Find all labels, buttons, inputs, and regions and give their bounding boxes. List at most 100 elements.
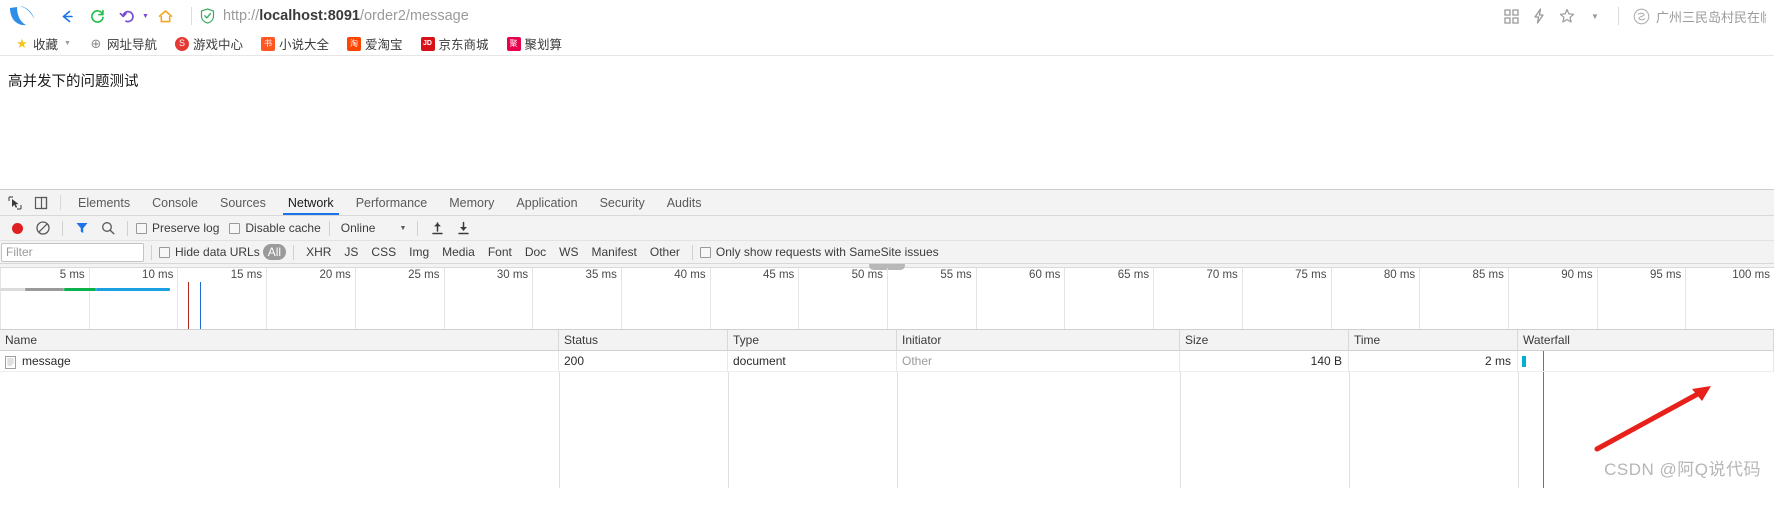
column-header-size[interactable]: Size [1180,329,1349,351]
tab-security[interactable]: Security [589,190,656,215]
upload-icon[interactable] [426,217,448,239]
bookmark-item-juhuasuan[interactable]: 聚 聚划算 [498,33,572,55]
lightning-icon[interactable] [1526,3,1552,29]
download-icon[interactable] [452,217,474,239]
bookmark-item-favorites[interactable]: ★ 收藏 ▼ [6,33,80,55]
tab-label: Elements [78,195,131,210]
bookmark-label: 小说大全 [278,38,329,52]
back-button[interactable] [54,3,80,29]
requests-empty-area: CSDN @阿Q说代码 [0,372,1774,488]
cell-name: message [0,350,559,372]
filter-type-css[interactable]: CSS [366,244,401,260]
load-event-line [200,282,202,329]
reload-button[interactable] [84,3,110,29]
tab-console[interactable]: Console [141,190,209,215]
device-toolbar-icon[interactable] [28,190,54,215]
tick-label: 5 ms [59,269,85,281]
record-button[interactable] [6,217,28,239]
column-header-type[interactable]: Type [728,329,897,351]
filter-type-font[interactable]: Font [483,244,517,260]
record-dot-icon [11,222,23,234]
throttling-select[interactable]: Online ▼ [338,221,410,235]
home-button[interactable] [153,3,179,29]
filter-input[interactable] [1,242,144,262]
tab-performance[interactable]: Performance [345,190,439,215]
funnel-icon[interactable] [71,217,93,239]
column-divider-status [559,372,560,488]
tick-label: 35 ms [585,269,617,281]
tick-label: 55 ms [940,269,972,281]
hide-data-urls-checkbox[interactable]: Hide data URLs [159,245,260,259]
cell-status: 200 [559,350,728,372]
bookmark-item-novels[interactable]: 书 小说大全 [252,33,338,55]
tab-network[interactable]: Network [277,190,345,215]
jd-icon: JD [420,36,435,51]
network-overview-timeline[interactable]: 5 ms 10 ms 15 ms 20 ms 25 ms 30 ms 35 ms… [0,264,1774,330]
chevron-down-icon[interactable]: ▼ [64,40,71,47]
apps-grid-icon[interactable] [1498,3,1524,29]
filter-divider [151,244,152,260]
tab-memory[interactable]: Memory [438,190,505,215]
preserve-log-checkbox[interactable]: Preserve log [136,221,219,235]
network-toolbar: Preserve log Disable cache Online ▼ [0,216,1774,241]
clear-button[interactable] [32,217,54,239]
tab-label: Security [599,195,645,210]
history-caret-icon[interactable]: ▼ [142,13,149,20]
toolbar-divider-4 [417,220,419,236]
tab-label: Network [287,195,334,210]
checkbox-box [699,246,711,258]
bookmark-item-nav[interactable]: ⊕ 网址导航 [80,33,166,55]
address-bar[interactable]: http://localhost:8091/order2/message [200,8,1498,24]
column-header-waterfall[interactable]: Waterfall [1518,329,1774,351]
tick-label: 60 ms [1029,269,1061,281]
devtools-tab-bar: Elements Console Sources Network Perform… [0,190,1774,216]
table-row[interactable]: message 200 document Other 140 B 2 ms [0,350,1774,372]
url-host: localhost:8091 [259,8,360,24]
tab-label: Console [152,195,198,210]
bookmark-item-jd[interactable]: JD 京东商城 [412,33,498,55]
disable-cache-checkbox[interactable]: Disable cache [229,221,321,235]
star-icon[interactable] [1554,3,1580,29]
waterfall-load-line [1543,350,1544,371]
tab-application[interactable]: Application [505,190,588,215]
bookmark-item-taobao[interactable]: 淘 爱淘宝 [338,33,412,55]
tab-label: Memory [449,195,495,210]
column-header-initiator[interactable]: Initiator [897,329,1180,351]
bookmark-label: 网址导航 [106,38,157,52]
bookmark-label: 游戏中心 [192,38,243,52]
chevron-down-icon[interactable]: ▼ [1582,3,1608,29]
filter-type-js[interactable]: JS [339,244,363,260]
filter-type-media[interactable]: Media [437,244,480,260]
page-viewport: 高并发下的问题测试 [0,56,1774,189]
column-header-time[interactable]: Time [1349,329,1518,351]
bookmark-item-games[interactable]: S 游戏中心 [166,33,252,55]
filter-type-img[interactable]: Img [404,244,434,260]
tab-sources[interactable]: Sources [209,190,277,215]
filter-type-doc[interactable]: Doc [520,244,551,260]
annotation-arrow-icon [1594,386,1711,452]
dom-content-loaded-line [188,282,190,329]
tab-elements[interactable]: Elements [67,190,141,215]
overview-grid: 5 ms 10 ms 15 ms 20 ms 25 ms 30 ms 35 ms… [0,268,1774,329]
tick-label: 70 ms [1206,269,1238,281]
toolbar-divider-2 [127,220,128,236]
inspect-element-icon[interactable] [2,190,28,215]
globe-icon: ⊕ [90,36,102,51]
filter-type-manifest[interactable]: Manifest [587,244,642,260]
filter-type-ws[interactable]: WS [554,244,583,260]
history-button[interactable] [114,3,140,29]
toolbar-divider-2 [1618,7,1619,25]
filter-type-xhr[interactable]: XHR [301,244,336,260]
filter-type-all[interactable]: All [262,244,287,260]
account-chip[interactable]: 广州三民岛村民在临时... [1629,7,1766,26]
column-divider-size [1180,372,1181,488]
column-header-name[interactable]: Name [0,329,559,351]
filter-type-other[interactable]: Other [645,244,685,260]
cell-size: 140 B [1180,350,1349,372]
column-header-status[interactable]: Status [559,329,728,351]
book-icon: 书 [260,36,275,51]
search-icon[interactable] [97,217,119,239]
tab-audits[interactable]: Audits [656,190,713,215]
column-divider-initiator [897,372,898,488]
samesite-issues-checkbox[interactable]: Only show requests with SameSite issues [699,245,939,259]
